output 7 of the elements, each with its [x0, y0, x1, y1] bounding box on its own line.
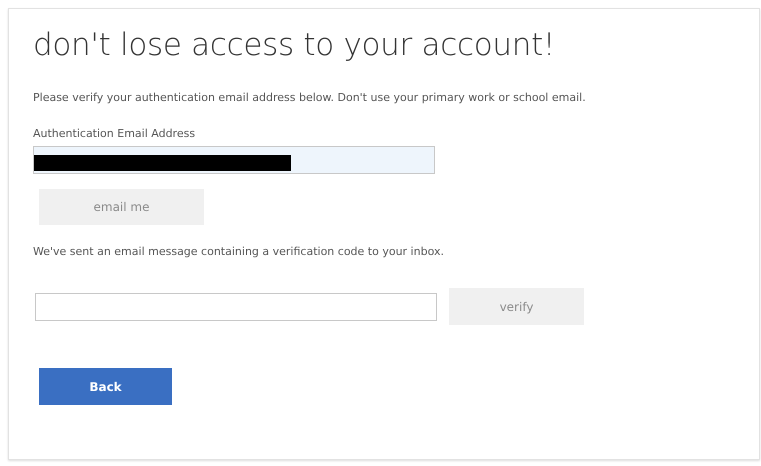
email-field[interactable] [33, 146, 435, 174]
page-heading: don't lose access to your account! [33, 27, 556, 63]
message-text: We've sent an email message containing a verification code to your inbox. [33, 245, 445, 258]
instruction-text: Please verify your authentication email address below. Don't use your primary work or school email. [33, 91, 587, 104]
field-label: Authentication Email Address [33, 127, 196, 140]
back-button[interactable]: Back [39, 368, 172, 405]
code-field[interactable] [35, 292, 437, 320]
